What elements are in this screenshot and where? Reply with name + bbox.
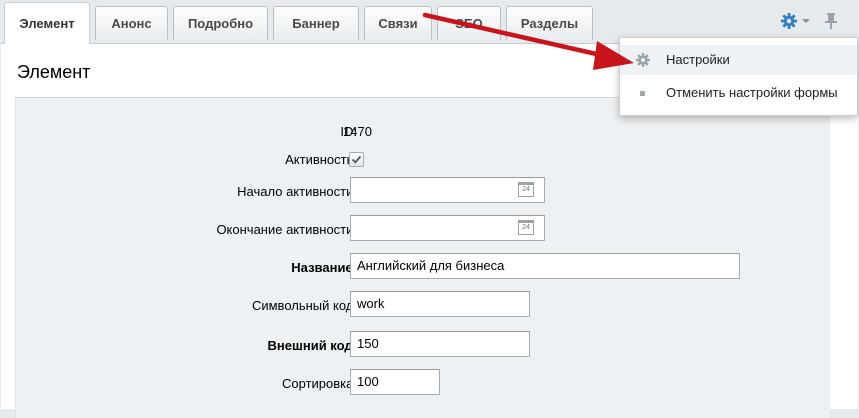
menu-item-label: Настройки bbox=[666, 52, 730, 67]
active-from-field[interactable] bbox=[350, 177, 545, 203]
chevron-down-icon bbox=[802, 19, 810, 23]
menu-item-reset-form-settings[interactable]: Отменить настройки формы bbox=[620, 78, 857, 108]
calendar-icon[interactable]: 24 bbox=[518, 182, 534, 197]
checkmark-icon bbox=[351, 155, 362, 164]
tab-sections[interactable]: Разделы bbox=[506, 6, 593, 40]
tab-element[interactable]: Элемент bbox=[4, 2, 90, 44]
active-checkbox[interactable] bbox=[349, 152, 364, 167]
code-label: Символьный код: bbox=[251, 298, 357, 313]
xml-id-label: Внешний код: bbox=[267, 338, 357, 353]
tab-announce[interactable]: Анонс bbox=[95, 6, 168, 40]
active-to-label: Окончание активности: bbox=[216, 222, 357, 237]
active-from-label: Начало активности: bbox=[237, 184, 357, 199]
settings-button[interactable] bbox=[780, 10, 810, 32]
row-active: Активность: bbox=[16, 145, 830, 175]
row-id: ID: 1470 bbox=[16, 117, 830, 147]
tab-banner[interactable]: Баннер bbox=[273, 6, 359, 40]
calendar-icon[interactable]: 24 bbox=[518, 220, 534, 235]
active-to-field[interactable] bbox=[350, 215, 545, 241]
row-active-to: Окончание активности: 24 bbox=[16, 215, 830, 245]
name-label: Название: bbox=[291, 260, 357, 275]
menu-item-settings[interactable]: Настройки bbox=[620, 45, 857, 75]
row-sort: Сортировка: 100 bbox=[16, 369, 830, 399]
row-active-from: Начало активности: 24 bbox=[16, 177, 830, 207]
gear-icon bbox=[636, 53, 650, 67]
id-value: 1470 bbox=[343, 124, 372, 139]
form-body: ID: 1470 Активность: Начало активности: … bbox=[15, 97, 830, 418]
xml-id-field[interactable]: 150 bbox=[350, 331, 530, 357]
pin-button[interactable] bbox=[824, 10, 838, 32]
settings-menu: Настройки Отменить настройки формы bbox=[619, 37, 858, 116]
sort-field[interactable]: 100 bbox=[350, 369, 440, 395]
sort-label: Сортировка: bbox=[282, 376, 357, 391]
gear-icon bbox=[781, 13, 797, 29]
code-field[interactable]: work bbox=[350, 291, 530, 317]
row-code: Символьный код: work bbox=[16, 291, 830, 321]
row-xml-id: Внешний код: 150 bbox=[16, 331, 830, 361]
active-label: Активность: bbox=[285, 152, 357, 167]
row-name: Название: Английский для бизнеса bbox=[16, 253, 830, 283]
tab-details[interactable]: Подробно bbox=[173, 6, 268, 40]
tab-seo[interactable]: SEO bbox=[437, 6, 501, 40]
name-field[interactable]: Английский для бизнеса bbox=[350, 253, 740, 279]
pin-icon bbox=[825, 13, 837, 29]
tab-links[interactable]: Связи bbox=[364, 6, 432, 40]
bullet-icon bbox=[640, 91, 645, 96]
page-title: Элемент bbox=[17, 62, 91, 82]
menu-item-label: Отменить настройки формы bbox=[666, 85, 838, 100]
